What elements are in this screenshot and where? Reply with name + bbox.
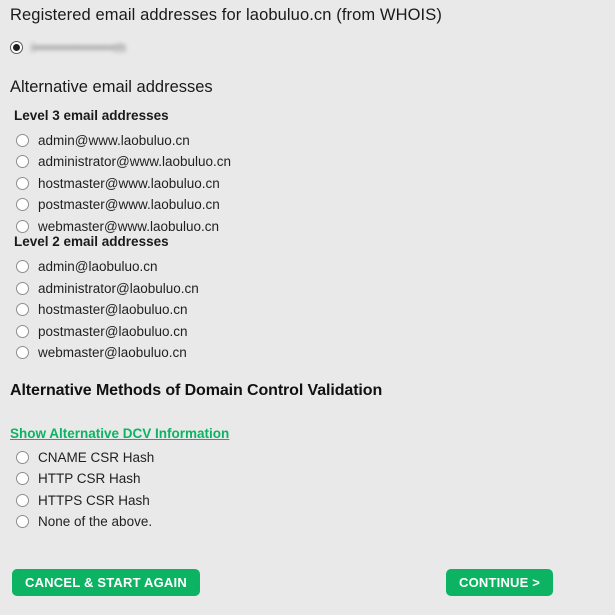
option-label: hostmaster@laobuluo.cn xyxy=(38,301,188,317)
option-label: webmaster@laobuluo.cn xyxy=(38,344,187,360)
page-title: Registered email addresses for laobuluo.… xyxy=(10,6,442,24)
radio-level3-administrator[interactable] xyxy=(16,154,29,168)
radio-level2-postmaster[interactable] xyxy=(16,324,29,338)
option-level2-administrator[interactable]: administrator@laobuluo.cn xyxy=(16,279,199,297)
registered-email-option[interactable]: i•••••••••••••••m xyxy=(10,37,126,57)
option-label: webmaster@www.laobuluo.cn xyxy=(38,218,220,234)
option-label: admin@www.laobuluo.cn xyxy=(38,132,190,148)
option-level2-webmaster[interactable]: webmaster@laobuluo.cn xyxy=(16,343,187,361)
option-dcv-none-of-the-above[interactable]: None of the above. xyxy=(16,512,152,530)
option-level3-webmaster[interactable]: webmaster@www.laobuluo.cn xyxy=(16,217,219,235)
option-label: CNAME CSR Hash xyxy=(38,449,155,465)
radio-level3-postmaster[interactable] xyxy=(16,197,29,211)
option-label: hostmaster@www.laobuluo.cn xyxy=(38,175,220,191)
option-dcv-https-csr-hash[interactable]: HTTPS CSR Hash xyxy=(16,491,150,509)
radio-level3-webmaster[interactable] xyxy=(16,219,29,233)
option-label: HTTP CSR Hash xyxy=(38,470,141,486)
option-dcv-cname-csr-hash[interactable]: CNAME CSR Hash xyxy=(16,448,154,466)
option-label: administrator@laobuluo.cn xyxy=(38,280,199,296)
continue-button[interactable]: CONTINUE > xyxy=(446,569,554,596)
option-label: postmaster@www.laobuluo.cn xyxy=(38,196,220,212)
dcv-email-selection-page: Registered email addresses for laobuluo.… xyxy=(0,0,615,615)
registered-email-label: i•••••••••••••••m xyxy=(31,39,127,55)
option-label: None of the above. xyxy=(38,513,153,529)
radio-level2-administrator[interactable] xyxy=(16,281,29,295)
option-level2-admin[interactable]: admin@laobuluo.cn xyxy=(16,257,158,275)
option-dcv-http-csr-hash[interactable]: HTTP CSR Hash xyxy=(16,469,141,487)
option-level3-postmaster[interactable]: postmaster@www.laobuluo.cn xyxy=(16,195,220,213)
option-level3-administrator[interactable]: administrator@www.laobuluo.cn xyxy=(16,152,231,170)
alternative-emails-heading: Alternative email addresses xyxy=(10,78,213,96)
radio-level2-hostmaster[interactable] xyxy=(16,302,29,316)
option-label: HTTPS CSR Hash xyxy=(38,492,150,508)
option-level3-admin[interactable]: admin@www.laobuluo.cn xyxy=(16,131,190,149)
radio-level2-webmaster[interactable] xyxy=(16,345,29,359)
radio-dcv-http-csr-hash[interactable] xyxy=(16,471,29,485)
cancel-and-start-again-button[interactable]: CANCEL & START AGAIN xyxy=(12,569,200,596)
radio-dcv-none-of-the-above[interactable] xyxy=(16,514,29,528)
option-level3-hostmaster[interactable]: hostmaster@www.laobuluo.cn xyxy=(16,174,220,192)
option-label: administrator@www.laobuluo.cn xyxy=(38,153,232,169)
level2-group-label: Level 2 email addresses xyxy=(14,234,169,249)
level3-group-label: Level 3 email addresses xyxy=(14,108,169,123)
radio-dcv-https-csr-hash[interactable] xyxy=(16,493,29,507)
option-level2-postmaster[interactable]: postmaster@laobuluo.cn xyxy=(16,322,188,340)
option-level2-hostmaster[interactable]: hostmaster@laobuluo.cn xyxy=(16,300,188,318)
option-label: postmaster@laobuluo.cn xyxy=(38,323,188,339)
radio-dcv-cname-csr-hash[interactable] xyxy=(16,450,29,464)
dcv-heading: Alternative Methods of Domain Control Va… xyxy=(10,382,383,399)
show-alternative-dcv-link[interactable]: Show Alternative DCV Information xyxy=(10,426,229,441)
radio-level2-admin[interactable] xyxy=(16,259,29,273)
radio-level3-hostmaster[interactable] xyxy=(16,176,29,190)
radio-registered-email[interactable] xyxy=(10,40,23,54)
radio-level3-admin[interactable] xyxy=(16,133,29,147)
option-label: admin@laobuluo.cn xyxy=(38,258,158,274)
